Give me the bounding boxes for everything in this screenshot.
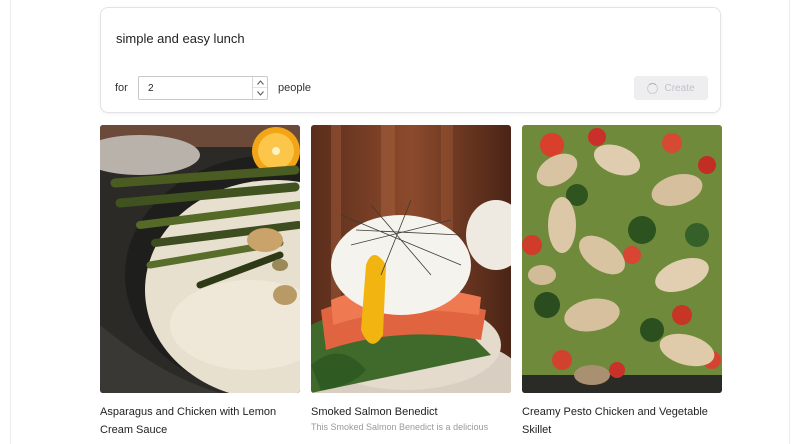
page-divider-left xyxy=(10,0,11,444)
recipe-title[interactable]: Creamy Pesto Chicken and Vegetable Skill… xyxy=(522,403,722,439)
decrement-button[interactable] xyxy=(253,88,267,99)
asparagus-chicken-photo[interactable] xyxy=(100,125,300,393)
recipe-title[interactable]: Asparagus and Chicken with Lemon Cream S… xyxy=(100,403,300,439)
servings-value[interactable]: 2 xyxy=(148,83,154,94)
recipe-title[interactable]: Smoked Salmon Benedict xyxy=(311,403,511,421)
page-divider-right xyxy=(789,0,790,444)
recipe-card[interactable]: Asparagus and Chicken with Lemon Cream S… xyxy=(100,125,300,439)
people-label: people xyxy=(278,82,312,94)
recipe-description: This Smoked Salmon Benedict is a delicio… xyxy=(311,422,489,432)
recipe-prompt-card: simple and easy lunch for 2 people Creat… xyxy=(100,7,721,113)
chevron-up-icon xyxy=(256,79,264,85)
pesto-chicken-skillet-photo[interactable] xyxy=(522,125,722,393)
recipe-card[interactable]: Smoked Salmon Benedict This Smoked Salmo… xyxy=(311,125,511,432)
stepper-controls xyxy=(252,77,267,99)
salmon-benedict-photo[interactable] xyxy=(311,125,511,393)
create-button-label: Create xyxy=(664,82,695,94)
chevron-down-icon xyxy=(256,91,264,96)
create-button[interactable]: Create xyxy=(634,76,708,100)
recipe-card[interactable]: Creamy Pesto Chicken and Vegetable Skill… xyxy=(522,125,722,439)
increment-button[interactable] xyxy=(253,77,267,88)
spinner-icon xyxy=(647,82,659,94)
prompt-input[interactable]: simple and easy lunch xyxy=(116,31,245,46)
servings-stepper[interactable]: 2 xyxy=(138,76,268,100)
for-label: for xyxy=(115,82,128,94)
